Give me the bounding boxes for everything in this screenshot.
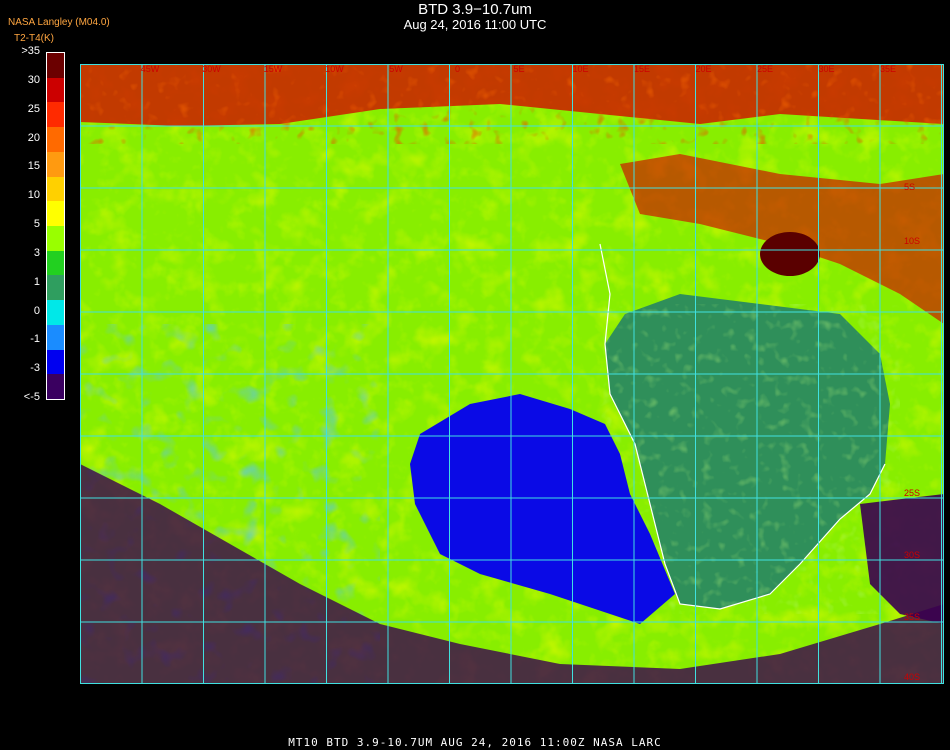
legend-swatch — [47, 53, 64, 79]
legend-label: 20 — [27, 131, 40, 144]
legend-label: 10 — [27, 189, 40, 202]
legend-label: 3 — [33, 246, 40, 259]
credit-variable: T2-T4(K) — [14, 33, 54, 44]
legend-swatch — [47, 349, 64, 375]
legend-swatch — [47, 201, 64, 227]
longitude-label: 45W — [141, 64, 160, 74]
map-title: BTD 3.9−10.7um — [418, 1, 532, 18]
legend-label: 0 — [33, 304, 40, 317]
legend-swatch — [47, 176, 64, 202]
legend-swatch — [47, 300, 64, 326]
legend-label: 15 — [27, 160, 40, 173]
longitude-label: 15W — [264, 64, 283, 74]
legend-swatch — [47, 374, 64, 400]
legend-label: 30 — [27, 73, 40, 86]
longitude-label: 10E — [572, 64, 588, 74]
legend-label: 1 — [33, 275, 40, 288]
legend-swatch — [47, 275, 64, 301]
latitude-label: 30S — [904, 550, 920, 560]
longitude-label: 10W — [325, 64, 344, 74]
legend-swatch — [47, 77, 64, 103]
latitude-label: 10S — [904, 236, 920, 246]
legend-label: <-5 — [23, 391, 40, 403]
longitude-label: 0 — [455, 64, 460, 74]
color-legend-bar — [46, 52, 65, 400]
longitude-label: 35E — [880, 64, 896, 74]
legend-swatch — [47, 127, 64, 153]
longitude-label: 25E — [757, 64, 773, 74]
legend-swatch — [47, 324, 64, 351]
longitude-label: 15E — [634, 64, 650, 74]
longitude-label: 30E — [818, 64, 834, 74]
latitude-label: 35S — [904, 612, 920, 622]
legend-label: 25 — [27, 102, 40, 115]
legend-label: -3 — [30, 362, 40, 375]
legend-swatch — [47, 151, 64, 178]
legend-label: 5 — [33, 218, 40, 230]
latitude-label: 5S — [904, 182, 915, 192]
longitude-label: 5E — [513, 64, 524, 74]
longitude-label: 20E — [695, 64, 711, 74]
legend-swatch — [47, 226, 64, 252]
longitude-label: 30W — [202, 64, 221, 74]
dark-region-east — [760, 232, 820, 276]
north-hot-texture — [80, 64, 944, 144]
legend-swatch — [47, 250, 64, 276]
map-timestamp: Aug 24, 2016 11:00 UTC — [403, 17, 547, 32]
legend-label: -1 — [30, 333, 40, 346]
longitude-label: 5W — [389, 64, 403, 74]
latitude-label: 40S — [904, 672, 920, 682]
footer-info: MT10 BTD 3.9-10.7UM AUG 24, 2016 11:00Z … — [288, 736, 662, 749]
credit-organization: NASA Langley (M04.0) — [8, 17, 110, 28]
legend-swatch — [47, 102, 64, 128]
latitude-label: 25S — [904, 488, 920, 498]
legend-label: >35 — [21, 45, 40, 57]
satellite-map[interactable]: 45W 30W 15W 10W 5W 0 5E 10E 15E 20E 25E 30E 35E 5S 10… — [80, 64, 944, 684]
